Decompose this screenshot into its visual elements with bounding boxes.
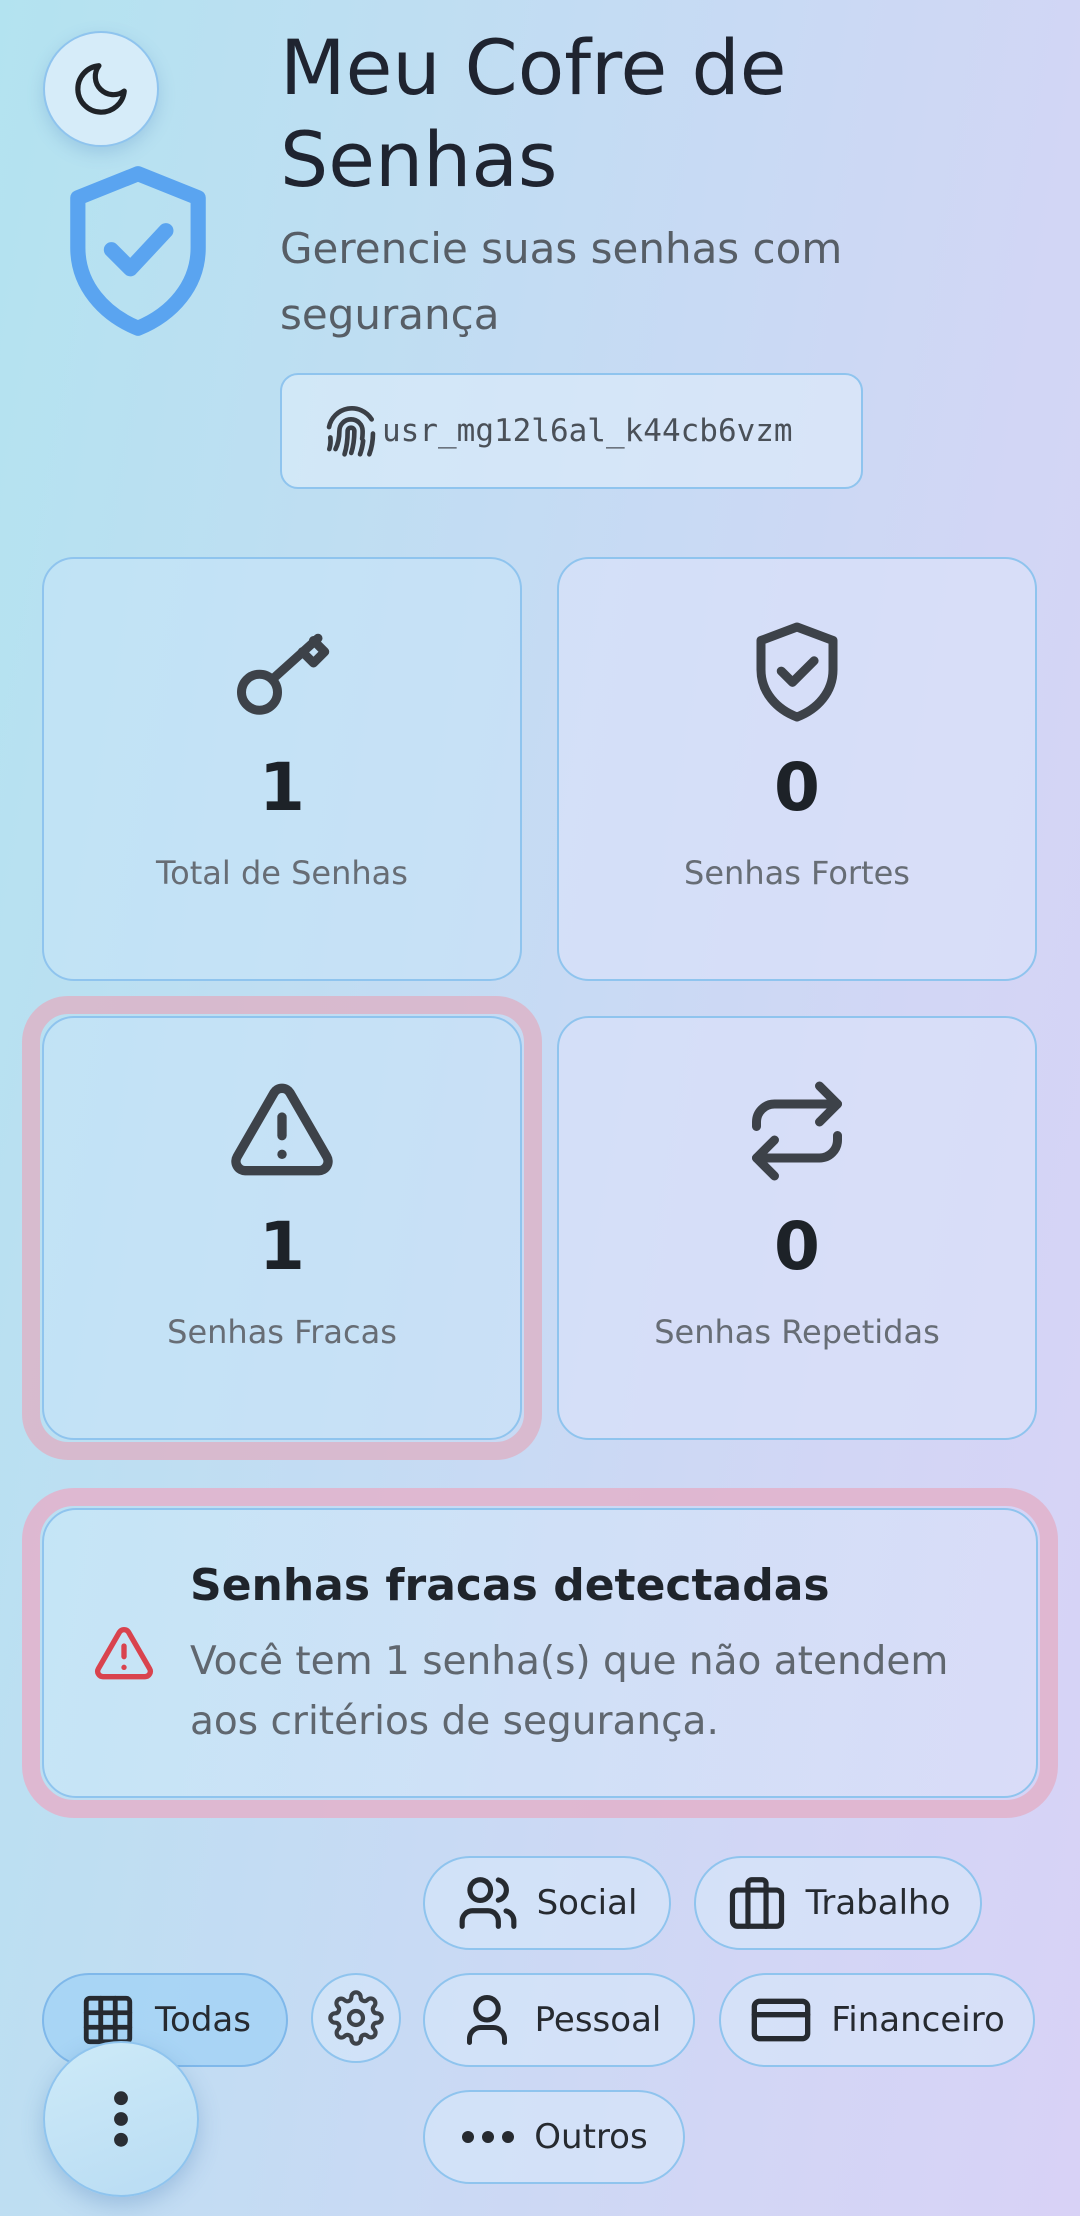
shield-check-icon [70, 166, 206, 336]
stat-value: 1 [259, 1208, 305, 1285]
more-options-fab[interactable] [43, 2041, 199, 2197]
chip-label: Financeiro [831, 2000, 1005, 2040]
stat-label: Senhas Repetidas [654, 1313, 940, 1351]
user-id-text: usr_mg12l6al_k44cb6vzm [382, 413, 793, 449]
category-chip-social[interactable]: Social [423, 1856, 671, 1950]
user-id-badge[interactable]: usr_mg12l6al_k44cb6vzm [280, 373, 863, 489]
warning-icon [231, 1083, 333, 1176]
stat-card-weak[interactable]: 1 Senhas Fracas [42, 1016, 522, 1440]
category-chip-financeiro[interactable]: Financeiro [719, 1973, 1035, 2067]
stat-value: 0 [774, 1208, 820, 1285]
repeat-icon [752, 1081, 842, 1181]
page-subtitle: Gerencie suas senhas com segurança [280, 224, 843, 339]
key-icon [237, 633, 330, 715]
theme-toggle-button[interactable] [43, 31, 159, 147]
credit-card-icon [751, 1998, 811, 2042]
dots-icon [462, 2131, 515, 2143]
stat-card-strong[interactable]: 0 Senhas Fortes [557, 557, 1037, 981]
briefcase-icon [729, 1877, 784, 1929]
moon-icon [75, 63, 127, 115]
gear-icon [328, 1990, 384, 2046]
category-chip-trabalho[interactable]: Trabalho [694, 1856, 982, 1950]
stat-value: 1 [259, 749, 305, 826]
vertical-dots-icon [114, 2091, 128, 2147]
stat-card-total[interactable]: 1 Total de Senhas [42, 557, 522, 981]
chip-label: Social [536, 1883, 638, 1923]
stat-card-repeated[interactable]: 0 Senhas Repetidas [557, 1016, 1037, 1440]
warning-icon [95, 1626, 153, 1680]
chip-label: Trabalho [805, 1883, 951, 1923]
settings-button[interactable] [311, 1973, 401, 2063]
category-chip-pessoal[interactable]: Pessoal [423, 1973, 695, 2067]
chip-label: Todas [155, 2000, 251, 2040]
shield-check-icon [756, 622, 838, 722]
stat-label: Senhas Fracas [167, 1313, 397, 1351]
users-icon [459, 1877, 517, 1929]
grid-icon [83, 1995, 133, 2045]
alert-message: Você tem 1 senha(s) que não atendem aos … [190, 1639, 949, 1744]
user-icon [466, 1995, 507, 2045]
fingerprint-icon [326, 405, 376, 457]
stat-value: 0 [774, 749, 820, 826]
category-chip-outros[interactable]: Outros [423, 2090, 685, 2184]
page-title: Meu Cofre de Senhas [280, 23, 787, 204]
stat-label: Total de Senhas [156, 854, 408, 892]
chip-label: Pessoal [534, 2000, 662, 2040]
stat-label: Senhas Fortes [684, 854, 910, 892]
alert-title: Senhas fracas detectadas [190, 1560, 830, 1611]
chip-label: Outros [534, 2117, 648, 2157]
